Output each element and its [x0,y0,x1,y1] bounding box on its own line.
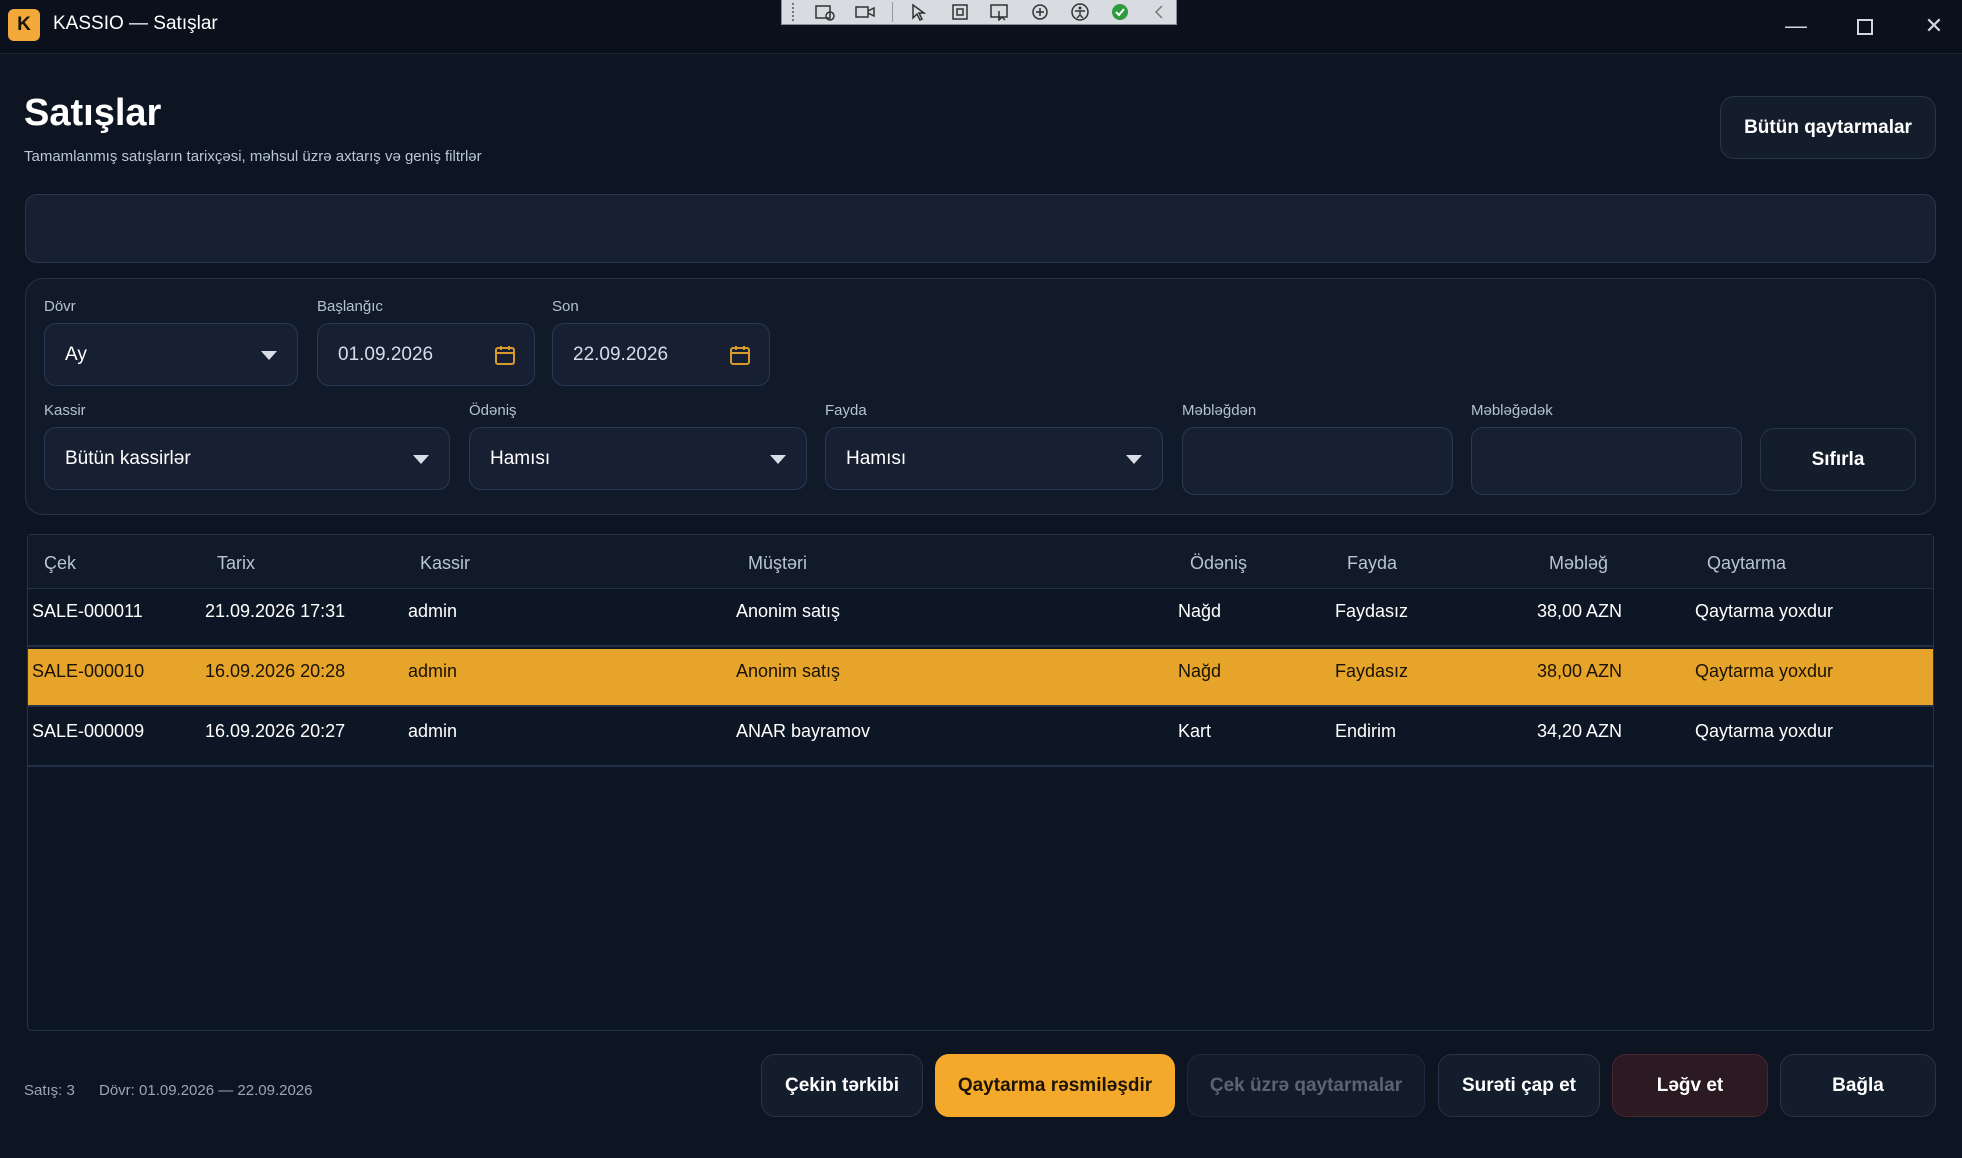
benefit-select[interactable]: Hamısı [825,427,1163,490]
cell-benefit: Faydasız [1335,601,1409,621]
benefit-value: Hamısı [846,447,907,469]
chevron-down-icon [413,454,429,464]
cell-return: Qaytarma yoxdur [1695,661,1834,681]
cell-customer: ANAR bayramov [736,721,871,741]
app-logo: K [8,9,40,41]
end-date-field[interactable]: 22.09.2026 [552,323,770,386]
period-summary: Dövr: 01.09.2026 — 22.09.2026 [99,1082,313,1099]
table-row[interactable]: SALE-000011 21.09.2026 17:31 admin Anoni… [28,589,1933,647]
cell-date: 16.09.2026 20:27 [205,721,346,741]
cell-customer: Anonim satış [736,601,841,621]
calendar-icon[interactable] [729,344,751,366]
column-header-cashier[interactable]: Kassir [420,553,470,574]
cell-customer: Anonim satış [736,661,841,681]
pointer-select-icon[interactable] [907,2,933,22]
payment-value: Hamısı [490,447,551,469]
all-returns-button[interactable]: Bütün qaytarmalar [1720,96,1936,159]
cashier-select[interactable]: Bütün kassirlər [44,427,450,490]
cell-payment: Kart [1178,721,1212,741]
cell-payment: Nağd [1178,661,1222,681]
payment-select[interactable]: Hamısı [469,427,807,490]
column-header-benefit[interactable]: Fayda [1347,553,1397,574]
table-header: Çek Tarix Kassir Müştəri Ödəniş Fayda Mə… [28,535,1933,589]
benefit-label: Fayda [825,402,867,419]
region-select-icon[interactable] [947,2,973,22]
amount-from-input[interactable] [1182,427,1453,495]
cell-check: SALE-000009 [32,721,145,741]
column-header-payment[interactable]: Ödəniş [1190,553,1247,574]
calendar-icon[interactable] [494,344,516,366]
end-date-label: Son [552,298,579,315]
amount-to-label: Məbləğədək [1471,402,1553,419]
screenshot-settings-icon[interactable] [812,2,838,22]
close-button[interactable]: Bağla [1780,1054,1936,1117]
accessibility-icon[interactable] [1067,2,1093,22]
page-title: Satışlar [24,92,162,134]
cell-date: 16.09.2026 20:28 [205,661,346,681]
amount-to-input[interactable] [1471,427,1742,495]
period-select[interactable]: Ay [44,323,298,386]
chevron-down-icon [1126,454,1142,464]
column-header-amount[interactable]: Məbləğ [1549,553,1608,574]
cell-check: SALE-000011 [32,601,143,621]
window-select-icon[interactable] [987,2,1013,22]
cell-benefit: Endirim [1335,721,1397,741]
capture-toolbar [781,0,1177,25]
column-header-date[interactable]: Tarix [217,553,255,574]
reset-filters-button[interactable]: Sıfırla [1760,428,1916,491]
payment-label: Ödəniş [469,402,517,419]
check-returns-button[interactable]: Çek üzrə qaytarmalar [1187,1054,1425,1117]
cashier-label: Kassir [44,402,86,419]
amount-from-label: Məbləğdən [1182,402,1257,419]
toolbar-divider [892,2,893,22]
toolbar-grip[interactable] [792,3,798,21]
maximize-icon [1857,19,1873,36]
window-title: KASSIO — Satışlar [53,13,218,34]
cancel-sale-button[interactable]: Ləğv et [1612,1054,1768,1117]
column-header-check[interactable]: Çek [44,553,76,574]
period-value: Ay [65,343,87,365]
cell-amount: 38,00 AZN [1537,661,1623,681]
cell-cashier: admin [408,721,458,741]
table-row[interactable]: SALE-000009 16.09.2026 20:27 admin ANAR … [28,709,1933,767]
cell-return: Qaytarma yoxdur [1695,721,1834,741]
page-subtitle: Tamamlanmış satışların tarixçəsi, məhsul… [24,148,482,165]
cell-cashier: admin [408,601,458,621]
cell-check: SALE-000010 [32,661,145,681]
cell-amount: 38,00 AZN [1537,601,1623,621]
start-date-label: Başlanğıc [317,298,383,315]
cell-return: Qaytarma yoxdur [1695,601,1834,621]
close-window-button[interactable]: ✕ [1910,8,1958,44]
video-camera-icon[interactable] [852,2,878,22]
end-date-value: 22.09.2026 [573,343,669,365]
table-row-selected[interactable]: SALE-000010 16.09.2026 20:28 admin Anoni… [28,649,1933,707]
make-return-button[interactable]: Qaytarma rəsmiləşdir [935,1054,1175,1117]
print-copy-button[interactable]: Surəti çap et [1438,1054,1600,1117]
cell-cashier: admin [408,661,458,681]
minimize-button[interactable]: — [1772,8,1820,44]
sales-count: Satış: 3 [24,1082,75,1099]
search-input[interactable] [25,194,1936,263]
ai-brain-icon[interactable] [1027,2,1053,22]
sales-table: Çek Tarix Kassir Müştəri Ödəniş Fayda Mə… [27,534,1934,1031]
cell-date: 21.09.2026 17:31 [205,601,346,621]
start-date-value: 01.09.2026 [338,343,434,365]
cell-payment: Nağd [1178,601,1222,621]
cell-amount: 34,20 AZN [1537,721,1623,741]
column-header-return[interactable]: Qaytarma [1707,553,1786,574]
cell-benefit: Faydasız [1335,661,1409,681]
cashier-value: Bütün kassirlər [65,447,191,469]
receipt-details-button[interactable]: Çekin tərkibi [761,1054,923,1117]
maximize-button[interactable] [1841,8,1889,44]
chevron-down-icon [770,454,786,464]
column-header-customer[interactable]: Müştəri [748,553,807,574]
chevron-down-icon [261,350,277,360]
period-label: Dövr [44,298,76,315]
start-date-field[interactable]: 01.09.2026 [317,323,535,386]
check-status-icon[interactable] [1107,2,1133,22]
chevron-left-icon[interactable] [1147,2,1173,22]
